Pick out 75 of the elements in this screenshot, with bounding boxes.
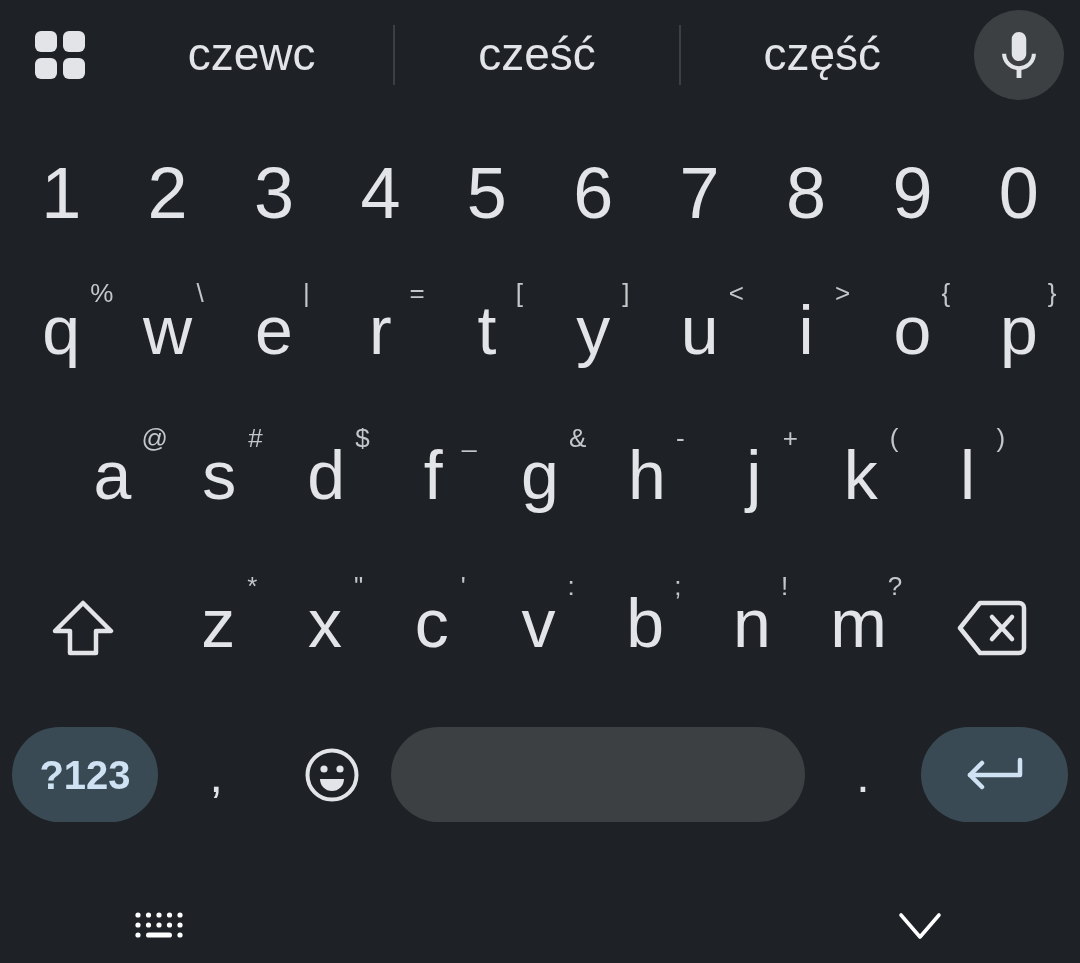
key-hint: = bbox=[409, 280, 425, 306]
letter-key[interactable]: v bbox=[521, 583, 556, 665]
letter-key[interactable]: g bbox=[521, 435, 559, 517]
keyboard-icon[interactable] bbox=[135, 912, 183, 938]
key-hint: # bbox=[248, 425, 263, 451]
letter-key[interactable]: d bbox=[307, 435, 346, 517]
digit-key[interactable]: 2 bbox=[147, 157, 188, 229]
suggestion-button[interactable]: część bbox=[763, 27, 882, 83]
letter-key[interactable]: a bbox=[93, 435, 132, 517]
letter-key[interactable]: h bbox=[628, 435, 666, 517]
digit-key[interactable]: 6 bbox=[573, 157, 614, 229]
key-hint: & bbox=[569, 425, 587, 451]
key-hint: % bbox=[90, 280, 114, 306]
letter-key[interactable]: w bbox=[143, 290, 193, 372]
letter-key[interactable]: e bbox=[255, 290, 293, 372]
key-hint: ! bbox=[780, 573, 789, 599]
key-hint: { bbox=[941, 280, 951, 306]
key-hint: ; bbox=[674, 573, 682, 599]
microphone-icon bbox=[1002, 32, 1036, 78]
letter-key[interactable]: p bbox=[999, 290, 1038, 372]
key-hint: - bbox=[675, 425, 685, 451]
key-hint: < bbox=[728, 280, 744, 306]
digit-key[interactable]: 7 bbox=[679, 157, 720, 229]
key-hint: " bbox=[354, 573, 364, 599]
letter-key[interactable]: r bbox=[369, 290, 392, 372]
letter-key[interactable]: n bbox=[733, 583, 771, 665]
letter-key[interactable]: f bbox=[423, 435, 443, 517]
letter-key[interactable]: u bbox=[680, 290, 719, 372]
digit-key[interactable]: 8 bbox=[786, 157, 827, 229]
key-hint: ) bbox=[996, 425, 1006, 451]
letter-key[interactable]: j bbox=[746, 435, 762, 517]
key-hint: _ bbox=[462, 425, 477, 451]
digit-key[interactable]: 1 bbox=[41, 157, 82, 229]
chevron-down-icon[interactable] bbox=[898, 912, 942, 940]
key-hint: @ bbox=[141, 425, 168, 451]
letter-key[interactable]: i bbox=[798, 290, 814, 372]
key-hint: ' bbox=[460, 573, 466, 599]
letter-key[interactable]: q bbox=[42, 290, 81, 372]
key-hint: $ bbox=[355, 425, 370, 451]
key-hint: ( bbox=[889, 425, 899, 451]
letter-key[interactable]: c bbox=[414, 583, 449, 665]
letter-key[interactable]: x bbox=[308, 583, 343, 665]
digit-key[interactable]: 9 bbox=[892, 157, 933, 229]
smiley-icon[interactable] bbox=[305, 747, 360, 802]
letter-key[interactable]: b bbox=[626, 583, 665, 665]
letter-key[interactable]: t bbox=[477, 290, 497, 372]
apps-grid-icon[interactable] bbox=[35, 31, 85, 79]
key-hint: | bbox=[303, 280, 310, 306]
key-hint: > bbox=[835, 280, 851, 306]
suggestion-button[interactable]: cześć bbox=[478, 27, 596, 83]
key-hint: \ bbox=[196, 280, 204, 306]
key-hint: : bbox=[567, 573, 575, 599]
backspace-icon[interactable] bbox=[957, 600, 1028, 656]
digit-key[interactable]: 5 bbox=[466, 157, 507, 229]
key-hint: * bbox=[247, 573, 258, 599]
letter-key[interactable]: s bbox=[202, 435, 237, 517]
digit-key[interactable]: 4 bbox=[360, 157, 401, 229]
digit-key[interactable]: 3 bbox=[254, 157, 295, 229]
letter-key[interactable]: l bbox=[960, 435, 976, 517]
suggestion-button[interactable]: czewc bbox=[187, 27, 316, 83]
key-hint: } bbox=[1047, 280, 1057, 306]
letter-key[interactable]: o bbox=[893, 290, 932, 372]
shift-icon[interactable] bbox=[51, 600, 114, 656]
letter-key[interactable]: z bbox=[201, 583, 236, 665]
symbols-key[interactable]: ?123 bbox=[12, 727, 158, 822]
letter-key[interactable]: m bbox=[830, 583, 887, 665]
digit-key[interactable]: 0 bbox=[998, 157, 1039, 229]
key-hint: ? bbox=[887, 573, 903, 599]
key-hint: [ bbox=[515, 280, 524, 306]
letter-key[interactable]: y bbox=[576, 290, 611, 372]
key-hint: + bbox=[782, 425, 798, 451]
key-hint: ] bbox=[622, 280, 630, 306]
letter-key[interactable]: k bbox=[843, 435, 878, 517]
punctuation-key[interactable]: , bbox=[209, 747, 223, 805]
punctuation-key[interactable]: . bbox=[856, 747, 870, 805]
